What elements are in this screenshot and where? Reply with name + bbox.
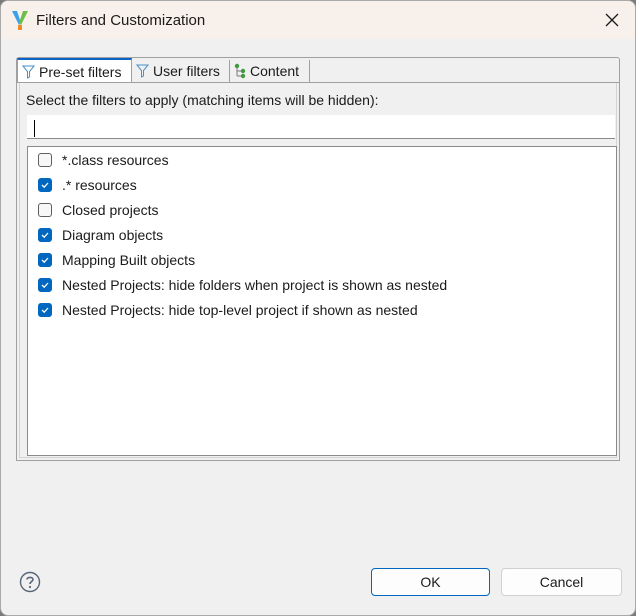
checkbox-checked[interactable]	[38, 228, 52, 242]
tab-content[interactable]: Content	[230, 60, 310, 82]
title-bar: Filters and Customization	[1, 1, 635, 39]
checkbox-checked[interactable]	[38, 303, 52, 317]
instruction-label: Select the filters to apply (matching it…	[26, 92, 379, 108]
checkbox-unchecked[interactable]	[38, 153, 52, 167]
filter-search-input[interactable]	[27, 115, 615, 139]
filter-item-label: Mapping Built objects	[62, 252, 196, 268]
cancel-button[interactable]: Cancel	[501, 568, 622, 596]
filter-item-label: Diagram objects	[62, 227, 164, 243]
filter-item-label: *.class resources	[62, 152, 169, 168]
filter-list: *.class resources .* resources Closed pr…	[27, 146, 617, 456]
question-mark-icon	[19, 571, 41, 593]
tab-label: Content	[250, 63, 300, 79]
filter-item-label: Closed projects	[62, 202, 159, 218]
tab-user-filters[interactable]: User filters	[132, 60, 230, 82]
help-button[interactable]	[19, 571, 41, 593]
tab-strip: Pre-set filters User filters Content	[16, 57, 620, 83]
tree-icon	[234, 63, 246, 79]
checkbox-checked[interactable]	[38, 253, 52, 267]
close-icon	[605, 13, 619, 27]
preset-filters-panel: Select the filters to apply (matching it…	[16, 82, 620, 461]
tab-preset-filters[interactable]: Pre-set filters	[17, 58, 132, 83]
panel-inner: Select the filters to apply (matching it…	[19, 83, 617, 458]
tab-label: User filters	[153, 63, 220, 79]
dialog-window: Filters and Customization Pre-set filter…	[0, 0, 636, 616]
filter-item-label: .* resources	[62, 177, 137, 193]
checkbox-checked[interactable]	[38, 278, 52, 292]
filter-item-label: Nested Projects: hide folders when proje…	[62, 277, 448, 293]
close-button[interactable]	[589, 1, 635, 39]
text-caret	[34, 120, 35, 137]
filter-icon	[22, 65, 35, 79]
checkbox-unchecked[interactable]	[38, 203, 52, 217]
dialog-title: Filters and Customization	[36, 12, 206, 29]
ok-button[interactable]: OK	[371, 568, 490, 596]
checkbox-checked[interactable]	[38, 178, 52, 192]
app-logo-icon	[12, 11, 28, 30]
tab-folder: Pre-set filters User filters Content Sel…	[16, 57, 620, 461]
filter-icon	[136, 64, 149, 78]
filter-item-label: Nested Projects: hide top-level project …	[62, 302, 418, 318]
tab-label: Pre-set filters	[39, 63, 122, 80]
